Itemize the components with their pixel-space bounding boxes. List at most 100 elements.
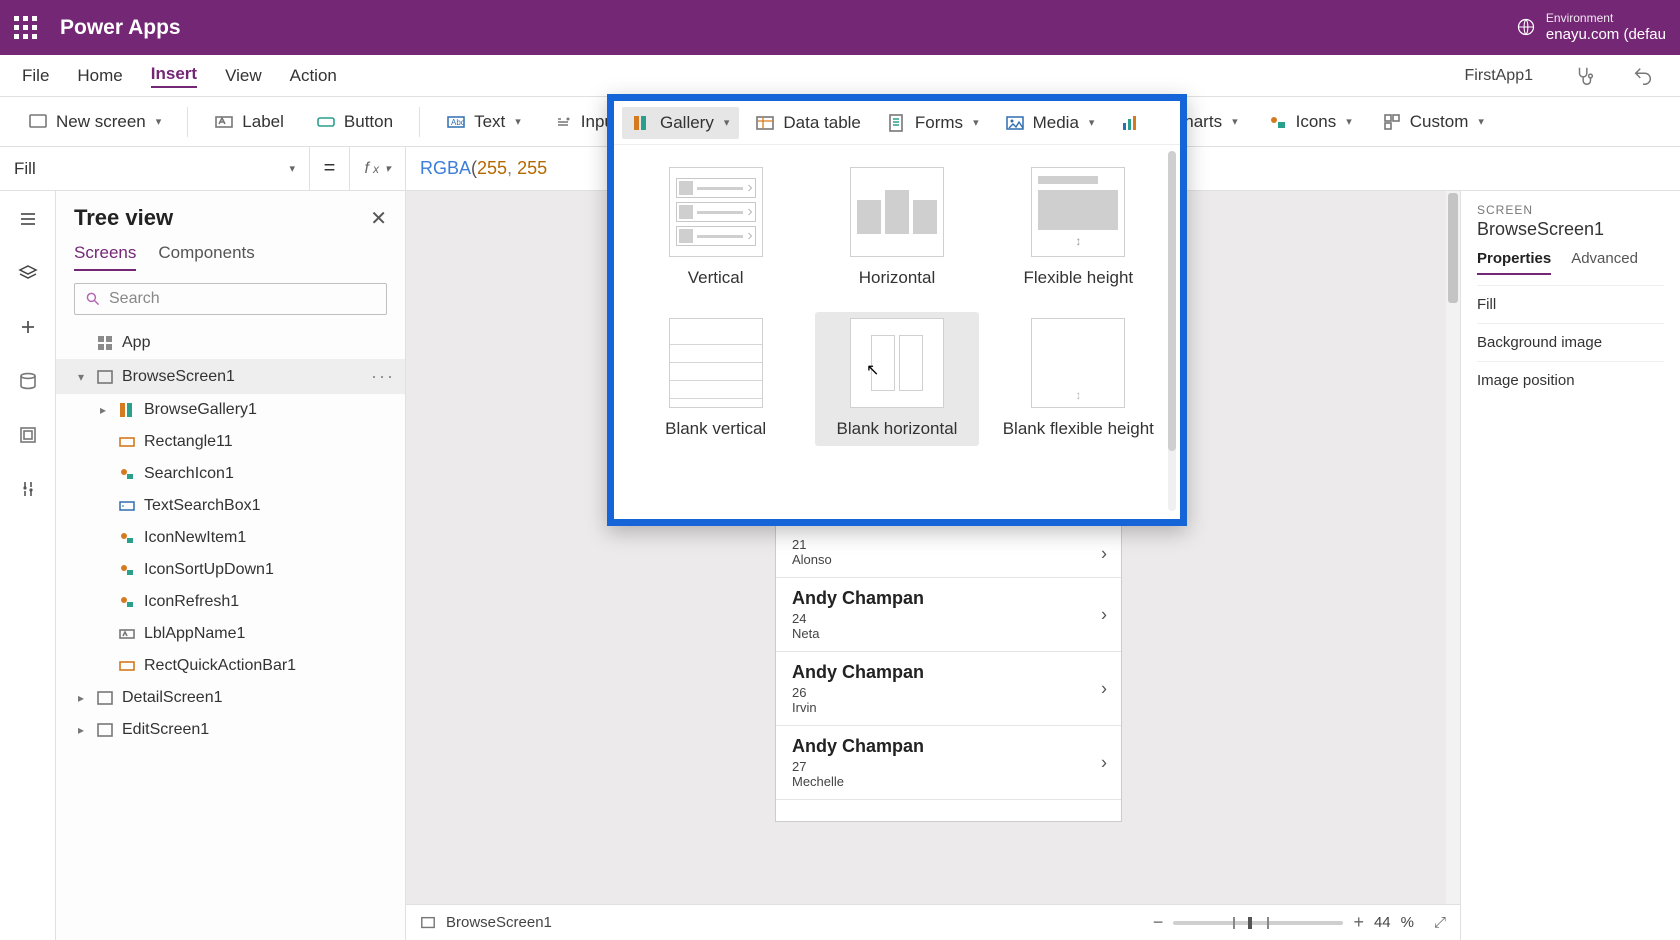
waffle-icon[interactable] bbox=[14, 16, 38, 40]
tree-node-browsescreen[interactable]: ▾ BrowseScreen1 ··· bbox=[56, 359, 405, 394]
caret-right-icon[interactable]: ▸ bbox=[96, 403, 110, 417]
search-placeholder: Search bbox=[109, 290, 160, 308]
caret-down-icon[interactable]: ▾ bbox=[74, 370, 88, 384]
zoom-slider[interactable] bbox=[1173, 921, 1343, 925]
tree-node-detailscreen[interactable]: ▸DetailScreen1 bbox=[56, 682, 405, 714]
property-selector[interactable]: Fill ▾ bbox=[0, 147, 310, 190]
rectangle-icon bbox=[118, 657, 136, 675]
chevron-right-icon[interactable]: › bbox=[1101, 544, 1107, 565]
chevron-right-icon[interactable]: › bbox=[1101, 604, 1107, 625]
gallery-option-label: Blank horizontal bbox=[837, 418, 958, 439]
chevron-right-icon[interactable]: › bbox=[1101, 752, 1107, 773]
layers-icon bbox=[18, 263, 38, 283]
rail-hamburger[interactable] bbox=[14, 205, 42, 233]
list-item-line3: Alonso bbox=[792, 552, 1105, 567]
zoom-in-button[interactable]: + bbox=[1353, 912, 1364, 933]
forms-label: Forms bbox=[915, 113, 963, 133]
menu-insert[interactable]: Insert bbox=[151, 64, 197, 88]
tab-properties[interactable]: Properties bbox=[1477, 250, 1551, 275]
tab-advanced[interactable]: Advanced bbox=[1571, 250, 1638, 275]
rail-media[interactable] bbox=[14, 421, 42, 449]
close-panel-button[interactable]: ✕ bbox=[370, 206, 387, 231]
canvas-scrollbar[interactable] bbox=[1446, 191, 1460, 904]
icons-icon bbox=[1268, 112, 1288, 132]
button-button[interactable]: Button bbox=[304, 106, 405, 138]
status-screen-name: BrowseScreen1 bbox=[446, 914, 552, 931]
caret-right-icon[interactable]: ▸ bbox=[74, 691, 88, 705]
tree-node-iconnew[interactable]: IconNewItem1 bbox=[56, 522, 405, 554]
data-table-button[interactable]: Data table bbox=[745, 107, 871, 139]
list-item[interactable]: Andy Champan 27 Mechelle › bbox=[776, 726, 1121, 800]
tree-node-rectquick[interactable]: RectQuickActionBar1 bbox=[56, 650, 405, 682]
prop-row-fill[interactable]: Fill bbox=[1477, 285, 1664, 323]
tree-node-iconrefresh[interactable]: IconRefresh1 bbox=[56, 586, 405, 618]
gallery-button[interactable]: Gallery ▾ bbox=[622, 107, 739, 139]
tree-node-lblapp[interactable]: LblAppName1 bbox=[56, 618, 405, 650]
new-screen-button[interactable]: New screen ▾ bbox=[16, 106, 173, 138]
gallery-icon bbox=[632, 113, 652, 133]
tree-node-textsearch[interactable]: TextSearchBox1 bbox=[56, 490, 405, 522]
custom-icon bbox=[1382, 112, 1402, 132]
rail-insert[interactable] bbox=[14, 313, 42, 341]
list-item[interactable]: 21 Alonso › bbox=[776, 531, 1121, 578]
media-icon bbox=[1005, 113, 1025, 133]
charts-ribbon-button[interactable] bbox=[1110, 107, 1144, 139]
screen-status-icon bbox=[420, 915, 436, 931]
chevron-down-icon: ▾ bbox=[156, 115, 162, 128]
list-item-line2: 27 bbox=[792, 759, 1105, 774]
app-checker-button[interactable] bbox=[1570, 61, 1600, 91]
icon-node-icon bbox=[118, 529, 136, 547]
environment-picker[interactable]: Environment enayu.com (defau bbox=[1516, 11, 1666, 43]
tree-label: Rectangle11 bbox=[144, 433, 233, 451]
gallery-option-horizontal[interactable]: Horizontal bbox=[815, 161, 978, 294]
gallery-option-flexible-height[interactable]: ↕ Flexible height bbox=[997, 161, 1160, 294]
more-icon[interactable]: ··· bbox=[371, 366, 395, 387]
tree-label: LblAppName1 bbox=[144, 625, 245, 643]
caret-right-icon[interactable]: ▸ bbox=[74, 723, 88, 737]
gallery-option-vertical[interactable]: ››› Vertical bbox=[634, 161, 797, 294]
media-button[interactable]: Media ▾ bbox=[995, 107, 1105, 139]
tab-components[interactable]: Components bbox=[158, 243, 254, 271]
custom-button[interactable]: Custom ▾ bbox=[1370, 106, 1496, 138]
tree-node-app[interactable]: App bbox=[56, 327, 405, 359]
tree-node-rectangle[interactable]: Rectangle11 bbox=[56, 426, 405, 458]
tree-node-browsegallery[interactable]: ▸BrowseGallery1 bbox=[56, 394, 405, 426]
app-header: Power Apps Environment enayu.com (defau bbox=[0, 0, 1680, 55]
gallery-option-blank-vertical[interactable]: Blank vertical bbox=[634, 312, 797, 445]
forms-button[interactable]: Forms ▾ bbox=[877, 107, 989, 139]
gallery-option-blank-horizontal[interactable]: Blank horizontal bbox=[815, 312, 978, 445]
menu-view[interactable]: View bbox=[225, 66, 262, 86]
property-name: Fill bbox=[14, 159, 36, 179]
tree-node-iconsort[interactable]: IconSortUpDown1 bbox=[56, 554, 405, 586]
zoom-out-button[interactable]: − bbox=[1153, 912, 1164, 933]
label-button[interactable]: Label bbox=[202, 106, 296, 138]
chevron-right-icon[interactable]: › bbox=[1101, 678, 1107, 699]
chevron-down-icon: ▾ bbox=[1478, 115, 1484, 128]
fit-screen-button[interactable]: ⤢ bbox=[1434, 914, 1446, 931]
tree-node-editscreen[interactable]: ▸EditScreen1 bbox=[56, 714, 405, 746]
rail-data[interactable] bbox=[14, 367, 42, 395]
gallery-option-blank-flexible-height[interactable]: ↕ Blank flexible height bbox=[997, 312, 1160, 445]
popup-scrollbar[interactable] bbox=[1168, 151, 1176, 511]
custom-label: Custom bbox=[1410, 112, 1469, 132]
rail-advanced[interactable] bbox=[14, 475, 42, 503]
undo-button[interactable] bbox=[1628, 61, 1658, 91]
tree-node-searchicon[interactable]: SearchIcon1 bbox=[56, 458, 405, 490]
list-item[interactable]: Andy Champan 24 Neta › bbox=[776, 578, 1121, 652]
fx-button[interactable]: fx▾ bbox=[350, 147, 406, 190]
prop-row-bgimage[interactable]: Background image bbox=[1477, 323, 1664, 361]
rail-tree-view[interactable] bbox=[14, 259, 42, 287]
menu-home[interactable]: Home bbox=[77, 66, 122, 86]
tree-label: BrowseScreen1 bbox=[122, 368, 235, 386]
prop-row-imgpos[interactable]: Image position bbox=[1477, 361, 1664, 399]
tree-label: IconSortUpDown1 bbox=[144, 561, 274, 579]
menu-file[interactable]: File bbox=[22, 66, 49, 86]
tab-screens[interactable]: Screens bbox=[74, 243, 136, 271]
menu-action[interactable]: Action bbox=[290, 66, 337, 86]
tree-search-input[interactable]: Search bbox=[74, 283, 387, 315]
list-item[interactable]: Andy Champan 26 Irvin › bbox=[776, 652, 1121, 726]
list-item-line3: Mechelle bbox=[792, 774, 1105, 789]
app-name-field[interactable]: FirstApp1 bbox=[1456, 62, 1542, 90]
text-button[interactable]: Abc Text ▾ bbox=[434, 106, 533, 138]
icons-button[interactable]: Icons ▾ bbox=[1256, 106, 1364, 138]
